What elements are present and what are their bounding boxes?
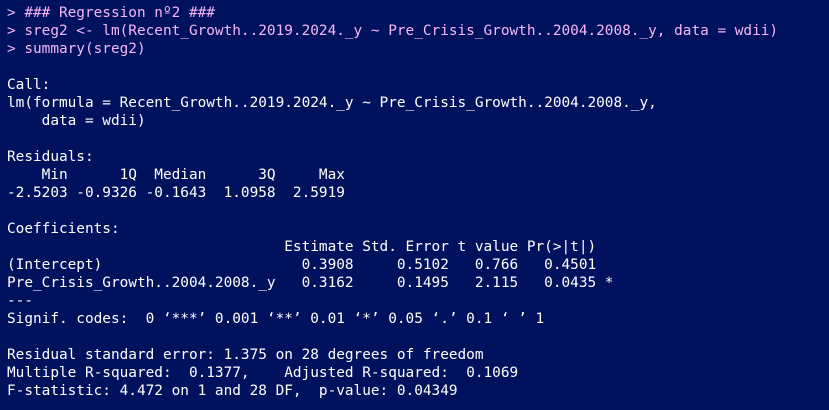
coefficients-row-intercept: (Intercept) 0.3908 0.5102 0.766 0.4501 [7,257,614,273]
command-line-lm: > sreg2 <- lm(Recent_Growth..2019.2024._… [7,23,779,39]
call-header: Call: [7,77,51,93]
call-data-line: data = wdii) [7,113,146,129]
signif-codes: Signif. codes: 0 ‘***’ 0.001 ‘**’ 0.01 ‘… [7,311,545,327]
residual-standard-error: Residual standard error: 1.375 on 28 deg… [7,347,484,363]
r-console[interactable]: > ### Regression nº2 ### > sreg2 <- lm(R… [0,0,829,410]
r-squared-line: Multiple R-squared: 0.1377, Adjusted R-s… [7,365,527,381]
residuals-values: -2.5203 -0.9326 -0.1643 1.0958 2.5919 [7,185,354,201]
residuals-header: Residuals: [7,149,94,165]
command-line-summary: > summary(sreg2) [7,41,146,57]
command-line-comment: > ### Regression nº2 ### [7,5,215,21]
residuals-labels: Min 1Q Median 3Q Max [7,167,354,183]
coefficients-header: Coefficients: [7,221,120,237]
coefficients-columns: Estimate Std. Error t value Pr(>|t|) [7,239,614,255]
coefficients-separator: --- [7,293,33,309]
coefficients-row-predictor: Pre_Crisis_Growth..2004.2008._y 0.3162 0… [7,275,614,291]
f-statistic-line: F-statistic: 4.472 on 1 and 28 DF, p-val… [7,383,458,399]
call-formula-line: lm(formula = Recent_Growth..2019.2024._y… [7,95,657,111]
